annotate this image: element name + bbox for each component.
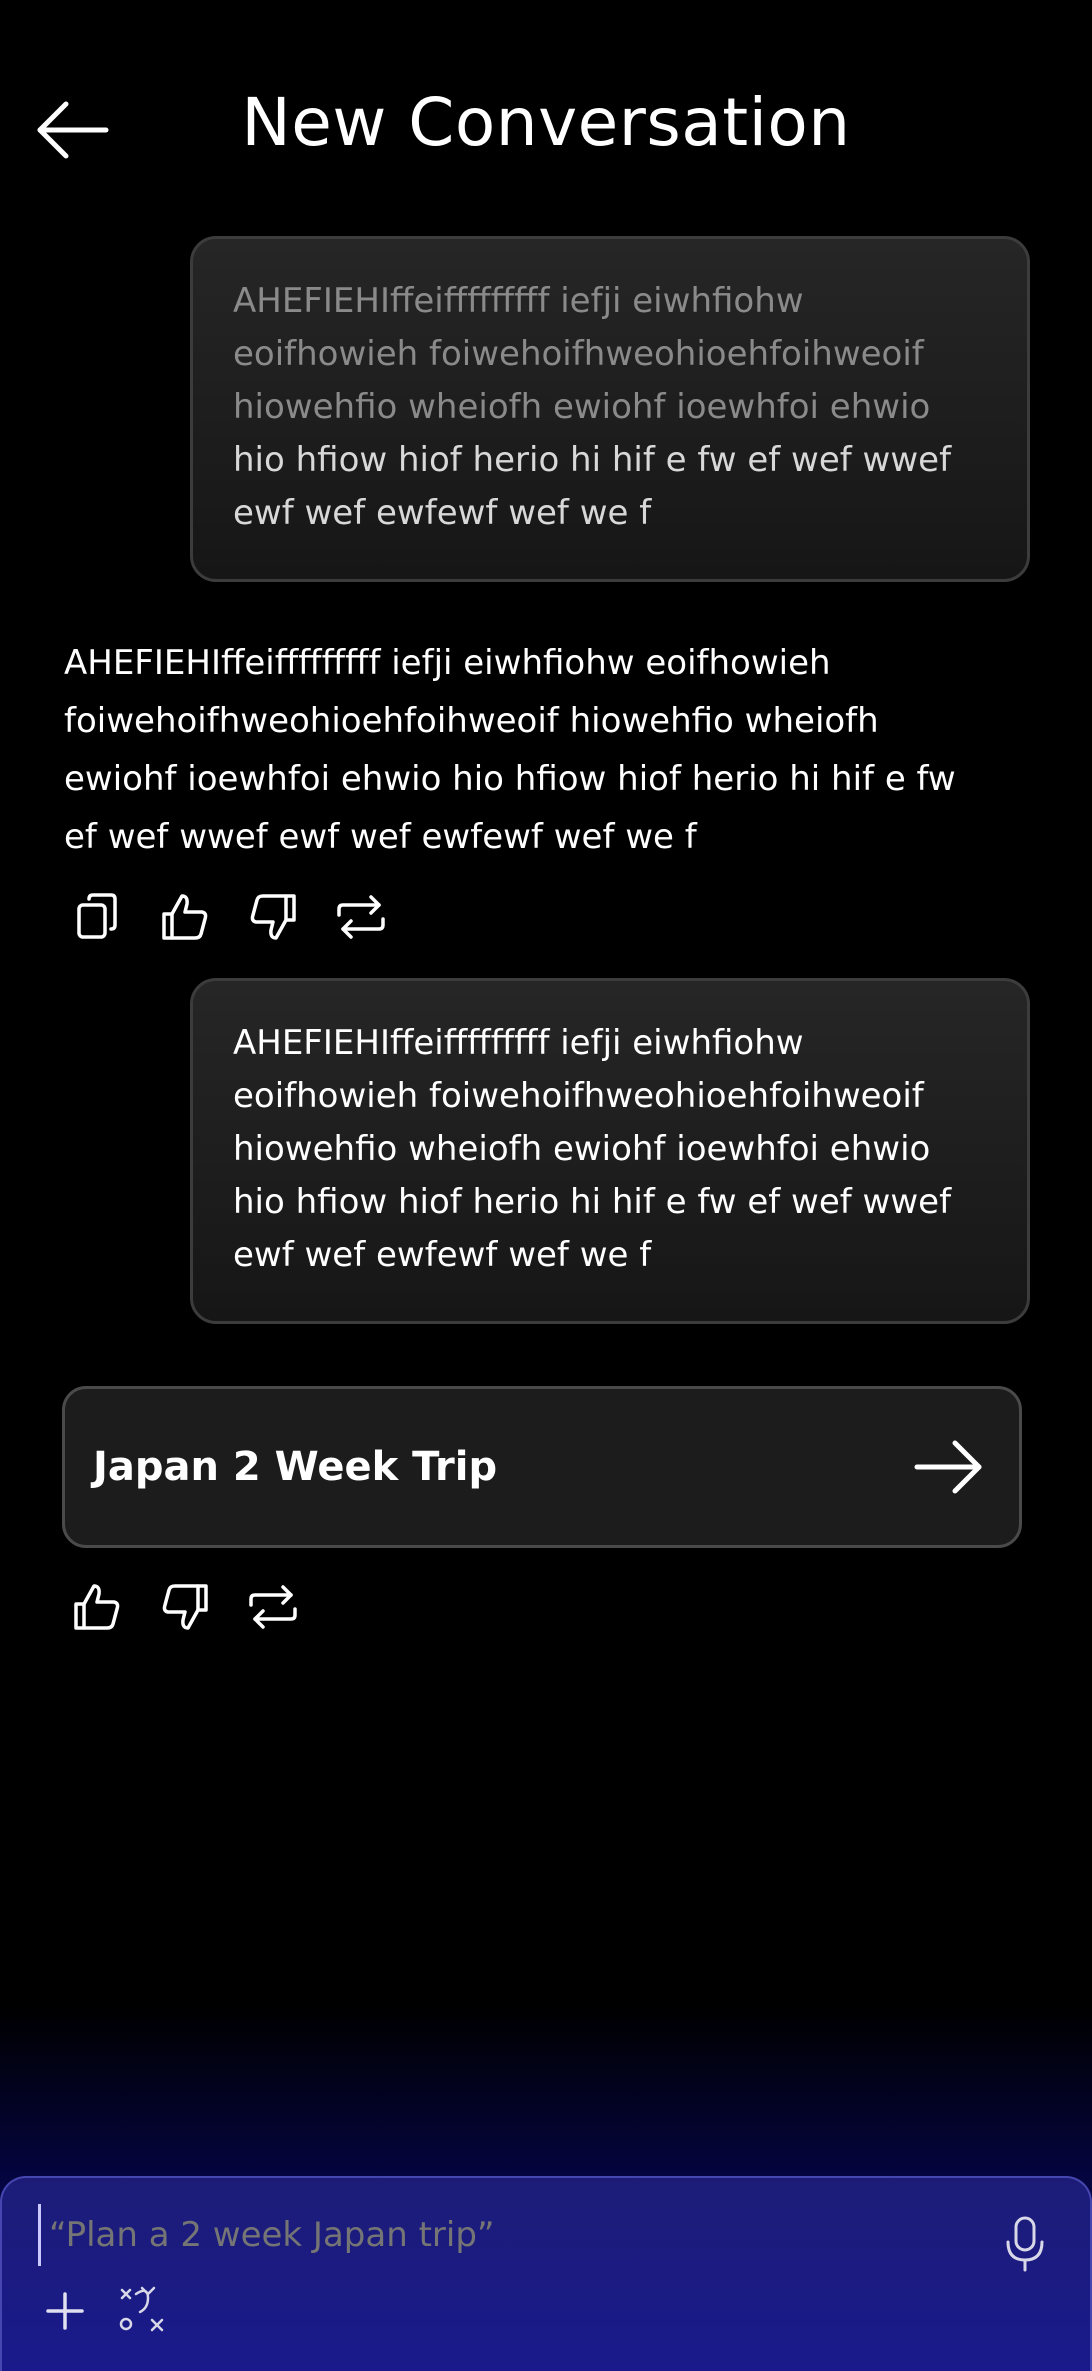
message-line: ewiohf ioewhfoi ehwio hio hfiow hiof her… (64, 759, 956, 799)
trip-card[interactable]: Japan 2 Week Trip (62, 1386, 1022, 1548)
message-line: hiowehfio wheiofh ewiohf ioewhfoi ehwio (233, 387, 931, 427)
message-line: foiwehoifhweohioehfoihweoif hiowehfio wh… (64, 701, 879, 741)
plus-icon (46, 2292, 84, 2330)
like-button[interactable] (154, 886, 216, 948)
message-line: eoifhowieh foiwehoifhweohioehfoihweoif (233, 1076, 924, 1116)
message-line: ewf wef ewfewf wef we f (233, 493, 652, 533)
message-line: AHEFIEHIffeifffffffff iefji eiwhfiohw eo… (64, 643, 831, 683)
message-line: ewf wef ewfewf wef we f (233, 1235, 652, 1275)
regenerate-button[interactable] (330, 886, 392, 948)
message-line: ef wef wwef ewf wef ewfewf wef we f (64, 817, 697, 857)
message-line: hiowehfio wheiofh ewiohf ioewhfoi ehwio (233, 1129, 931, 1169)
composer (0, 2176, 1092, 2371)
regenerate-button[interactable] (242, 1576, 304, 1638)
copy-icon (77, 893, 117, 939)
user-message-bubble: AHEFIEHIffeifffffffff iefji eiwhfiohw eo… (190, 978, 1030, 1324)
dislike-button[interactable] (154, 1576, 216, 1638)
message-line: AHEFIEHIffeifffffffff iefji eiwhfiohw (233, 1023, 804, 1063)
mic-button[interactable] (1002, 2214, 1048, 2274)
tools-button[interactable] (118, 2284, 166, 2334)
message-line: hio hfiow hiof herio hi hif e fw ef wef … (233, 1182, 952, 1222)
trip-card-title: Japan 2 Week Trip (93, 1444, 498, 1490)
message-line: hio hfiow hiof herio hi hif e fw ef wef … (233, 440, 952, 480)
user-message-bubble: AHEFIEHIffeifffffffff iefji eiwhfiohw eo… (190, 236, 1030, 582)
thumbs-up-icon (74, 1584, 120, 1630)
dislike-button[interactable] (242, 886, 304, 948)
assistant-message: AHEFIEHIffeifffffffff iefji eiwhfiohw eo… (64, 634, 1024, 866)
thumbs-down-icon (250, 894, 296, 940)
thumbs-up-icon (162, 894, 208, 940)
message-actions (66, 886, 392, 948)
header: New Conversation (0, 70, 1092, 190)
arrow-right-icon (914, 1440, 982, 1494)
like-button[interactable] (66, 1576, 128, 1638)
copy-button[interactable] (66, 886, 128, 948)
repeat-icon (249, 1585, 297, 1629)
message-input[interactable] (38, 2204, 951, 2266)
message-actions (66, 1576, 304, 1638)
message-line: eoifhowieh foiwehoifhweohioehfoihweoif (233, 334, 924, 374)
message-line: AHEFIEHIffeifffffffff iefji eiwhfiohw (233, 281, 804, 321)
microphone-icon (1006, 2216, 1044, 2272)
page-title: New Conversation (241, 84, 851, 161)
add-button[interactable] (42, 2288, 88, 2334)
thumbs-down-icon (162, 1584, 208, 1630)
repeat-icon (337, 895, 385, 939)
tools-icon (119, 2286, 164, 2332)
